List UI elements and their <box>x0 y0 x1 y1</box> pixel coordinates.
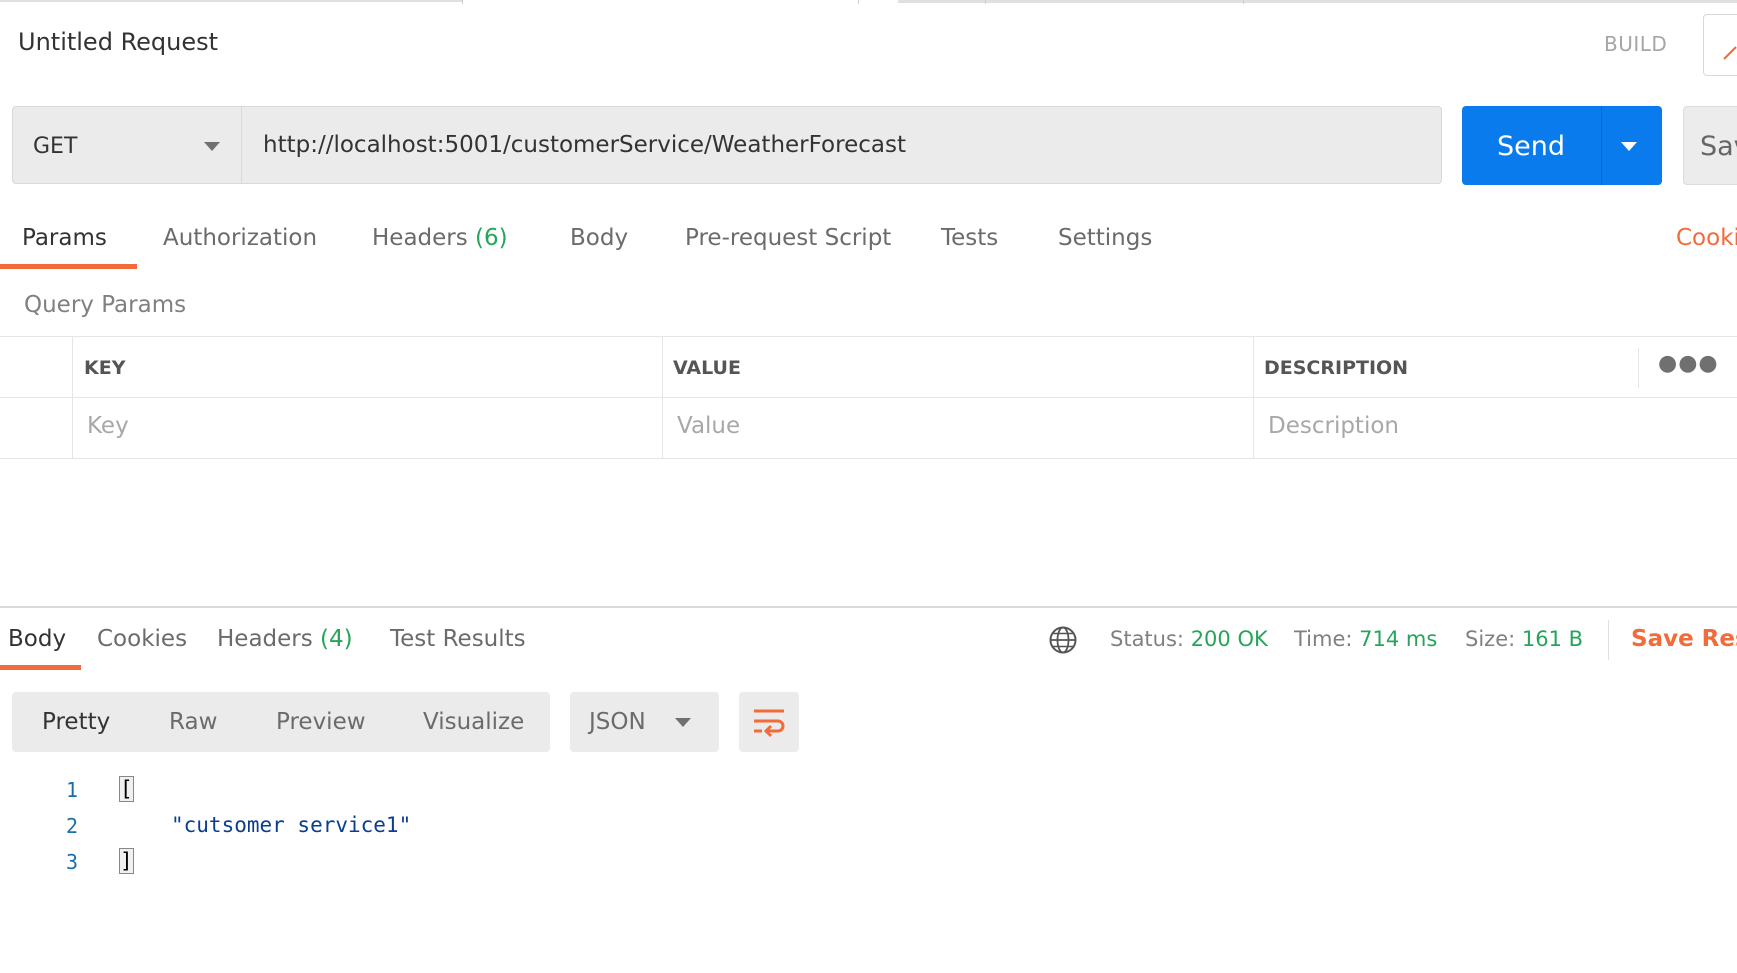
chevron-down-icon <box>675 718 691 727</box>
time-key: Time: <box>1294 627 1353 651</box>
line-number: 3 <box>65 850 78 874</box>
tab-response-cookies[interactable]: Cookies <box>97 626 187 652</box>
send-options-chevron-icon[interactable] <box>1621 142 1637 151</box>
globe-icon[interactable] <box>1048 625 1078 655</box>
view-preview-button[interactable]: Preview <box>276 709 366 735</box>
key-input[interactable]: Key <box>87 413 647 439</box>
tab-body[interactable]: Body <box>570 225 628 251</box>
line-number: 1 <box>65 778 78 802</box>
status-key: Status: <box>1110 627 1184 651</box>
cookies-link[interactable]: Cooki <box>1676 225 1737 251</box>
more-horizontal-icon[interactable]: ●●● <box>1658 351 1719 376</box>
edit-mode-button[interactable] <box>1703 14 1737 76</box>
tab-settings[interactable]: Settings <box>1058 225 1152 251</box>
url-value: http://localhost:5001/customerService/We… <box>263 132 906 158</box>
line-number: 2 <box>65 814 78 838</box>
tab-tests[interactable]: Tests <box>941 225 998 251</box>
top-tab-divider <box>1243 0 1244 4</box>
tab-headers-label: Headers <box>372 225 468 251</box>
code-line: ] <box>119 848 134 874</box>
table-column-divider <box>1638 348 1639 388</box>
top-tab-divider <box>985 0 986 4</box>
response-headers-count: (4) <box>320 626 353 652</box>
format-label: JSON <box>589 709 646 735</box>
tab-pre-request-script[interactable]: Pre-request Script <box>685 225 891 251</box>
pane-divider[interactable] <box>0 606 1737 608</box>
headers-count: (6) <box>475 225 508 251</box>
table-column-divider <box>1253 336 1254 458</box>
code-line: [ <box>119 776 134 802</box>
request-title[interactable]: Untitled Request <box>18 28 218 56</box>
tab-headers[interactable]: Headers (6) <box>372 225 508 251</box>
size-value[interactable]: 161 B <box>1522 627 1583 651</box>
table-border <box>0 458 1737 459</box>
value-input[interactable]: Value <box>677 413 1237 439</box>
top-tab-divider <box>462 0 463 4</box>
size-info: Size: 161 B <box>1465 627 1583 651</box>
save-response-button[interactable]: Save Resp <box>1631 626 1737 652</box>
save-label: Sav <box>1700 131 1737 162</box>
json-bracket-open: [ <box>119 776 134 802</box>
table-column-divider <box>662 336 663 458</box>
status-info: Status: 200 OK <box>1110 627 1268 651</box>
code-line: "cutsomer service1" <box>171 813 412 837</box>
status-value[interactable]: 200 OK <box>1191 627 1268 651</box>
view-visualize-button[interactable]: Visualize <box>423 709 524 735</box>
view-raw-button[interactable]: Raw <box>169 709 217 735</box>
time-value[interactable]: 714 ms <box>1359 627 1437 651</box>
build-mode-label[interactable]: BUILD <box>1604 32 1667 56</box>
time-info: Time: 714 ms <box>1294 627 1437 651</box>
active-tab-indicator <box>0 665 81 670</box>
pencil-icon <box>1723 46 1737 60</box>
top-tab-strip-left <box>0 0 462 2</box>
chevron-down-icon <box>204 142 220 151</box>
table-border <box>0 336 1737 337</box>
column-header-key: KEY <box>84 357 126 379</box>
wrap-lines-icon <box>754 709 785 738</box>
active-tab-indicator <box>0 264 137 269</box>
tab-response-headers-label: Headers <box>217 626 313 652</box>
json-bracket-close: ] <box>119 848 134 874</box>
send-label: Send <box>1497 131 1566 162</box>
table-column-divider <box>72 336 73 458</box>
table-border <box>0 397 1737 398</box>
tab-params[interactable]: Params <box>22 225 107 251</box>
status-separator <box>1608 620 1609 660</box>
tab-response-headers[interactable]: Headers (4) <box>217 626 353 652</box>
top-tab-strip-right <box>898 0 1737 3</box>
tab-authorization[interactable]: Authorization <box>163 225 317 251</box>
send-divider <box>1601 106 1602 185</box>
view-pretty-button[interactable]: Pretty <box>42 709 110 735</box>
query-params-title: Query Params <box>24 292 187 318</box>
column-header-value: VALUE <box>673 357 741 379</box>
method-label: GET <box>33 134 78 159</box>
size-key: Size: <box>1465 627 1516 651</box>
description-input[interactable]: Description <box>1268 413 1728 439</box>
top-tab-divider <box>858 0 859 4</box>
tab-response-body[interactable]: Body <box>8 626 66 652</box>
column-header-description: DESCRIPTION <box>1264 357 1409 379</box>
tab-test-results[interactable]: Test Results <box>390 626 526 652</box>
